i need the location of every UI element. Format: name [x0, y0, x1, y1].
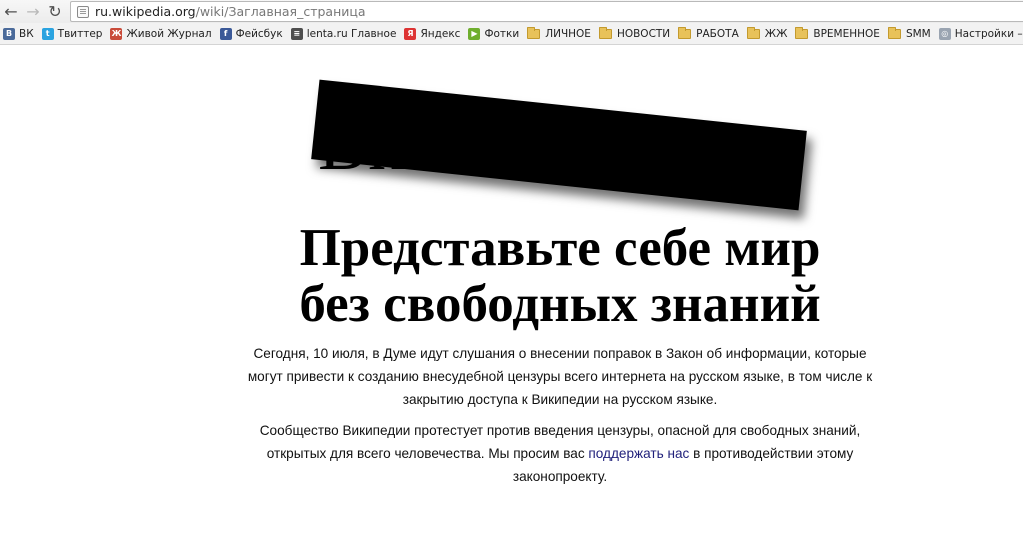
fotki-icon: ▶ [468, 27, 481, 40]
forward-icon[interactable]: → [22, 1, 44, 23]
bookmark-label: ЖЖ [764, 27, 788, 40]
bookmark-item[interactable]: ЛИЧНОЕ [524, 24, 596, 44]
paragraph-line: Сегодня, 10 июля, в Думе идут слушания о… [253, 346, 867, 361]
bookmark-label: ВРЕМЕННОЕ [813, 27, 880, 40]
bookmarks-bar: В ВК t Твиттер Ж Живой Журнал f Фейсбук ≡ lenta.r… [0, 23, 1023, 45]
folder-icon [887, 27, 901, 39]
bookmark-item[interactable]: НОВОСТИ [596, 24, 675, 44]
bookmark-item[interactable]: ◎Настройки – Основ... [936, 24, 1023, 44]
page-content: Вики я Представьте себе мир без свободны… [0, 45, 1023, 549]
bookmark-item[interactable]: РАБОТА [675, 24, 744, 44]
bookmark-label: Настройки – Основ... [954, 27, 1023, 40]
headline-line-1: Представьте себе мир [299, 219, 821, 277]
livejournal-icon: Ж [110, 27, 123, 40]
browser-toolbar: ← → ↻ ru.wikipedia.org/wiki/Заглавная_ст… [0, 0, 1023, 23]
bookmark-label: РАБОТА [696, 27, 739, 40]
bookmark-item[interactable]: ≡ lenta.ru Главное [288, 24, 402, 44]
settings-page-icon: ◎ [938, 27, 951, 40]
folder-icon [527, 27, 541, 39]
bookmark-item[interactable]: ▶ Фотки [465, 24, 524, 44]
bookmark-label: Твиттер [57, 27, 103, 40]
vk-icon: В [3, 27, 15, 40]
bookmark-label: Фейсбук [235, 27, 283, 40]
page-icon [77, 5, 89, 18]
bookmark-item[interactable]: t Твиттер [39, 24, 108, 44]
bookmark-label: НОВОСТИ [616, 27, 671, 40]
paragraph-line: закрытию доступа к Википедии на русском … [402, 392, 718, 407]
bookmark-item[interactable]: Ж Живой Журнал [107, 24, 216, 44]
bookmark-label: lenta.ru Главное [306, 27, 397, 40]
paragraph-line: могут привести к созданию внесудебной це… [247, 369, 873, 384]
support-us-link[interactable]: поддержать нас [588, 446, 689, 461]
bookmark-label: Фотки [484, 27, 520, 40]
bookmark-label: ВК [19, 27, 34, 40]
bookmark-label: Живой Журнал [126, 27, 212, 40]
notice-paragraph-2: Сообщество Википедии протестует против в… [200, 419, 920, 488]
bookmark-item[interactable]: Я Яндекс [401, 24, 465, 44]
paragraph-text: в противодействии этому [689, 446, 854, 461]
headline: Представьте себе мир без свободных знани… [200, 220, 920, 332]
url-host: ru.wikipedia.org [95, 4, 196, 19]
bookmark-item[interactable]: ВРЕМЕННОЕ [792, 24, 885, 44]
folder-icon [795, 27, 809, 39]
bookmark-item[interactable]: В ВК [0, 24, 39, 44]
facebook-icon: f [219, 27, 232, 40]
bookmark-item[interactable]: f Фейсбук [217, 24, 288, 44]
address-bar[interactable]: ru.wikipedia.org/wiki/Заглавная_страница [70, 1, 1023, 22]
url-path: /wiki/Заглавная_страница [195, 4, 366, 19]
bookmark-label: SMM [905, 27, 931, 40]
bookmark-label: ЛИЧНОЕ [545, 27, 591, 40]
headline-line-2: без свободных знаний [299, 275, 821, 333]
folder-icon [746, 27, 760, 39]
folder-icon [598, 27, 612, 39]
paragraph-text: открытых для всего человечества. Мы прос… [266, 446, 589, 461]
notice-paragraph-1: Сегодня, 10 июля, в Думе идут слушания о… [200, 342, 920, 411]
folder-icon [678, 27, 692, 39]
paragraph-line-with-link: открытых для всего человечества. Мы прос… [200, 442, 920, 465]
yandex-icon: Я [404, 27, 417, 40]
twitter-icon: t [41, 27, 54, 40]
bookmark-item[interactable]: SMM [885, 24, 936, 44]
paragraph-line: законопроекту. [512, 469, 608, 484]
paragraph-line: Сообщество Википедии протестует против в… [259, 423, 861, 438]
lenta-icon: ≡ [290, 27, 303, 40]
bookmark-item[interactable]: ЖЖ [744, 24, 793, 44]
reload-icon[interactable]: ↻ [44, 1, 66, 23]
bookmark-label: Яндекс [420, 27, 461, 40]
back-icon[interactable]: ← [0, 1, 22, 23]
